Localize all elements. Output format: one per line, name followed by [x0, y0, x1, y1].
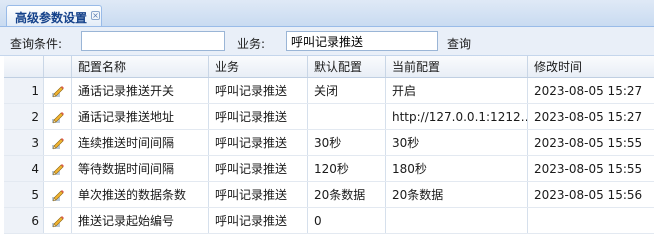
tab-bar: 高级参数设置 ×: [0, 0, 654, 27]
cell-name: 等待数据时间间隔: [72, 156, 209, 181]
cell-name: 通话记录推送开关: [72, 78, 209, 103]
row-number: 5: [4, 182, 44, 207]
tab-title: 高级参数设置: [15, 11, 88, 25]
edit-pencil-icon[interactable]: [44, 208, 72, 233]
table-row[interactable]: 3 连续推送时间间隔 呼叫记录推送 30秒 30秒 2023-08-05 15:55: [4, 130, 654, 156]
cell-modified: 2023-08-05 15:56: [534, 187, 643, 202]
close-icon[interactable]: ×: [91, 11, 100, 20]
cell-current: [386, 208, 528, 233]
query-bar: 查询条件: 业务: 查询: [0, 27, 654, 56]
cell-current: 20条数据: [386, 182, 528, 207]
cell-business: 呼叫记录推送: [209, 208, 308, 233]
condition-label: 查询条件:: [10, 37, 63, 51]
row-number: 2: [4, 104, 44, 129]
cell-current: 开启: [386, 78, 528, 103]
search-button[interactable]: 查询: [447, 35, 471, 52]
table-row[interactable]: 2 通话记录推送地址 呼叫记录推送 http://127.0.0.1:1212… 202…: [4, 104, 654, 130]
cell-modified: 2023-08-05 15:55: [534, 161, 643, 176]
table-row[interactable]: 1 通话记录推送开关 呼叫记录推送 关闭 开启 2023-08-05 15:27: [4, 78, 654, 104]
cell-business: 呼叫记录推送: [209, 78, 308, 103]
header-current[interactable]: 当前配置: [386, 56, 528, 77]
cell-current: 30秒: [386, 130, 528, 155]
edit-pencil-icon[interactable]: [44, 156, 72, 181]
cell-name: 通话记录推送地址: [72, 104, 209, 129]
row-number: 6: [4, 208, 44, 233]
edit-pencil-icon[interactable]: [44, 104, 72, 129]
header-default[interactable]: 默认配置: [308, 56, 386, 77]
condition-input[interactable]: [81, 31, 225, 51]
cell-current: http://127.0.0.1:1212…: [386, 104, 528, 129]
header-edit: [44, 56, 72, 77]
cell-default: 120秒: [308, 156, 386, 181]
cell-current: 180秒: [386, 156, 528, 181]
edit-pencil-icon[interactable]: [44, 78, 72, 103]
cell-modified: [528, 208, 654, 233]
header-name[interactable]: 配置名称: [72, 56, 209, 77]
cell-name: 推送记录起始编号: [72, 208, 209, 233]
cell-business: 呼叫记录推送: [209, 104, 308, 129]
row-number: 4: [4, 156, 44, 181]
cell-business: 呼叫记录推送: [209, 182, 308, 207]
row-number: 3: [4, 130, 44, 155]
cell-modified: 2023-08-05 15:27: [534, 83, 643, 98]
header-business[interactable]: 业务: [209, 56, 308, 77]
grid-header: 配置名称 业务 默认配置 当前配置 修改时间: [4, 56, 654, 78]
cell-default: 30秒: [308, 130, 386, 155]
cell-business: 呼叫记录推送: [209, 156, 308, 181]
cell-modified: 2023-08-05 15:27: [534, 109, 643, 124]
cell-default: [308, 104, 386, 129]
cell-default: 关闭: [308, 78, 386, 103]
table-row[interactable]: 6 推送记录起始编号 呼叫记录推送 0: [4, 208, 654, 234]
cell-modified: 2023-08-05 15:55: [534, 135, 643, 150]
edit-pencil-icon[interactable]: [44, 182, 72, 207]
header-modified[interactable]: 修改时间: [528, 56, 654, 77]
cell-name: 单次推送的数据条数: [72, 182, 209, 207]
cell-business: 呼叫记录推送: [209, 130, 308, 155]
business-input[interactable]: [286, 31, 438, 51]
tab-advanced-settings[interactable]: 高级参数设置 ×: [6, 5, 102, 26]
row-number: 1: [4, 78, 44, 103]
edit-pencil-icon[interactable]: [44, 130, 72, 155]
table-row[interactable]: 4 等待数据时间间隔 呼叫记录推送 120秒 180秒 2023-08-05 15:55: [4, 156, 654, 182]
cell-name: 连续推送时间间隔: [72, 130, 209, 155]
business-label: 业务:: [237, 37, 266, 51]
cell-default: 0: [308, 208, 386, 233]
header-num: [4, 56, 44, 77]
cell-default: 20条数据: [308, 182, 386, 207]
table-row[interactable]: 5 单次推送的数据条数 呼叫记录推送 20条数据 20条数据 2023-08-05 15:…: [4, 182, 654, 208]
